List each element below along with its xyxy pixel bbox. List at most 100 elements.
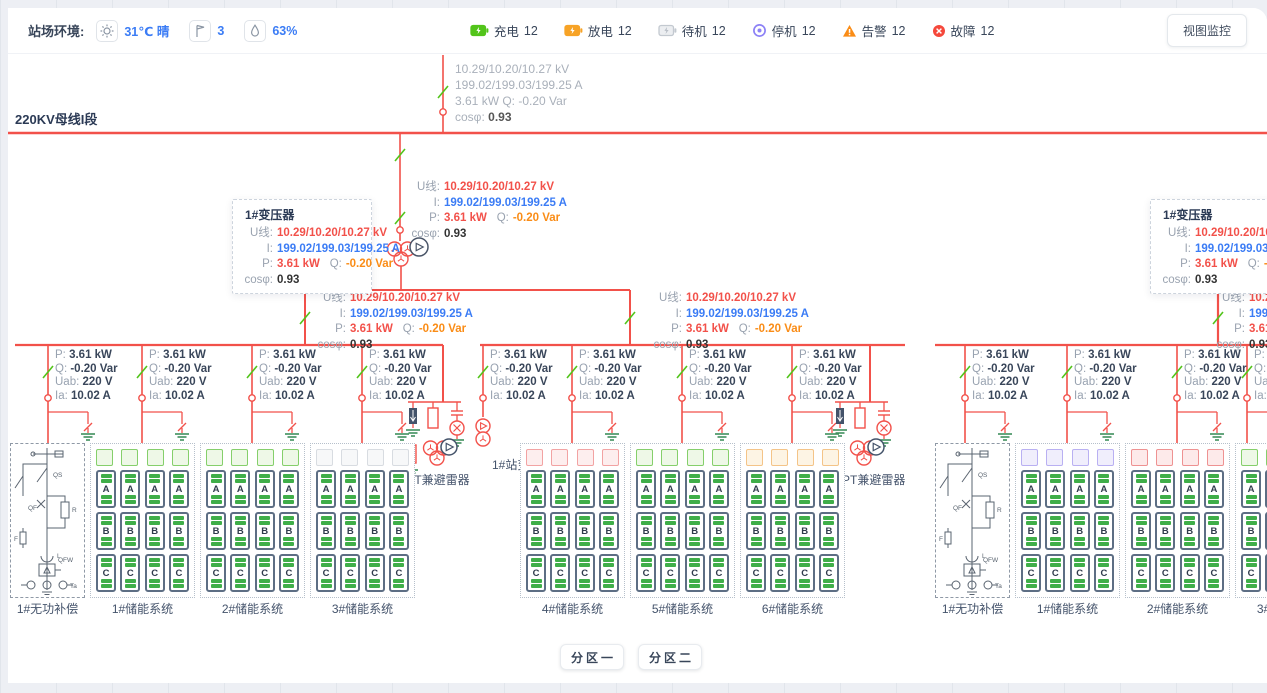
battery-cell: A	[389, 470, 409, 508]
humidity-icon[interactable]	[244, 20, 266, 42]
feeder-measurements: P: 3.61 kWQ: -0.20 VarUab: 220 VIa: 10.0…	[1254, 349, 1267, 403]
pcs-status-square	[602, 449, 619, 466]
battery-row-C: CCCC	[316, 554, 409, 592]
svg-text:QF: QF	[953, 505, 962, 512]
wind-value: 3	[217, 24, 224, 38]
sun-icon[interactable]	[96, 20, 118, 42]
pcs-status-square	[96, 449, 113, 466]
battery-cell: A	[550, 470, 570, 508]
pcs-status-square	[172, 449, 189, 466]
svg-text:QFW: QFW	[58, 557, 74, 564]
compensation-label: 1#无功补偿	[10, 600, 85, 617]
battery-cell: A	[575, 470, 595, 508]
reactive-compensation-box-right[interactable]: QSQFRFLQFWTa	[935, 443, 1010, 598]
legend-item-充电[interactable]: 充电12	[470, 21, 538, 40]
battery-cell: A	[819, 470, 839, 508]
battery-discharge-icon	[564, 24, 583, 37]
battery-cell: B	[316, 512, 336, 550]
battery-cell: C	[770, 554, 790, 592]
right-transformer-1-tooltip[interactable]: 1#变压器U线:10.29/10.20/10.27 kVI:199.02/199…	[1150, 199, 1267, 294]
feeder-measurements: P: 3.61 kWQ: -0.20 VarUab: 220 VIa: 10.0…	[1184, 349, 1247, 403]
transformer-1-tooltip[interactable]: 1#变压器U线:10.29/10.20/10.27 kVI:199.02/199…	[232, 199, 372, 294]
battery-cell: C	[1241, 554, 1261, 592]
pcs-status-square	[771, 449, 788, 466]
storage-system-label: 2#储能系统	[1125, 600, 1230, 617]
pcs-status-row	[316, 449, 409, 466]
battery-cell: C	[206, 554, 226, 592]
battery-cell: C	[1070, 554, 1090, 592]
battery-row-C: CCCC	[1131, 554, 1224, 592]
battery-cell: C	[120, 554, 140, 592]
storage-system[interactable]: AAAABBBBCCCC	[310, 443, 415, 598]
battery-cell: C	[526, 554, 546, 592]
battery-cell: A	[1070, 470, 1090, 508]
legend-item-停机[interactable]: 停机12	[752, 21, 816, 40]
storage-system[interactable]: AAAABBBBCCCC	[200, 443, 305, 598]
battery-cell: A	[709, 470, 729, 508]
battery-cell: B	[145, 512, 165, 550]
pcs-status-square	[392, 449, 409, 466]
svg-text:Ta: Ta	[995, 583, 1002, 590]
battery-row-C: CCCC	[206, 554, 299, 592]
battery-cell: B	[1131, 512, 1151, 550]
battery-cell: A	[230, 470, 250, 508]
battery-cell: A	[279, 470, 299, 508]
wind-icon[interactable]	[189, 20, 211, 42]
storage-system[interactable]: AAAABBBBCCCC	[1125, 443, 1230, 598]
battery-cell: B	[746, 512, 766, 550]
pcs-status-square	[687, 449, 704, 466]
battery-row-A: AAAA	[1131, 470, 1224, 508]
battery-row-C: CCCC	[636, 554, 729, 592]
view-monitor-button[interactable]: 视图监控	[1167, 14, 1247, 47]
battery-cell: A	[1131, 470, 1151, 508]
battery-cell: C	[1045, 554, 1065, 592]
battery-row-C: CCCC	[1241, 554, 1267, 592]
battery-cell: A	[746, 470, 766, 508]
storage-system[interactable]: AAAABBBBCCCC	[1015, 443, 1120, 598]
storage-system[interactable]: AAAABBBBCCCC	[630, 443, 735, 598]
battery-row-C: CCCC	[746, 554, 839, 592]
storage-system-label: 3#储能系统	[310, 600, 415, 617]
feeder-measurements: P: 3.61 kWQ: -0.20 VarUab: 220 VIa: 10.0…	[799, 349, 862, 403]
zone-two-button[interactable]: 分区二	[638, 644, 702, 670]
pcs-status-square	[231, 449, 248, 466]
svg-text:QS: QS	[53, 472, 63, 479]
status-legend: 充电12 放电12 待机12 停机12 告警12 故障12	[470, 21, 995, 40]
transformer-branch-measurements: U线:10.29/10.20/10.27 kVI:199.02/199.03/1…	[406, 180, 567, 242]
pcs-status-row	[1131, 449, 1224, 466]
battery-cell: B	[1045, 512, 1065, 550]
feeder-measurements: P: 3.61 kWQ: -0.20 VarUab: 220 VIa: 10.0…	[259, 349, 322, 403]
storage-system-label: 1#储能系统	[1015, 600, 1120, 617]
storage-system[interactable]: AAAABBBBCCCC	[520, 443, 625, 598]
storage-system[interactable]: AAAABBBBCCCC	[740, 443, 845, 598]
pcs-status-square	[206, 449, 223, 466]
reactive-compensation-box-left[interactable]: QSQFRFLQFWTa	[10, 443, 85, 598]
battery-cell: C	[575, 554, 595, 592]
pcs-status-square	[797, 449, 814, 466]
battery-row-A: AAAA	[526, 470, 619, 508]
battery-cell: A	[206, 470, 226, 508]
pcs-status-row	[526, 449, 619, 466]
legend-item-故障[interactable]: 故障12	[932, 21, 995, 40]
legend-item-待机[interactable]: 待机12	[658, 21, 726, 40]
battery-cell: C	[279, 554, 299, 592]
battery-cell: B	[169, 512, 189, 550]
pcs-status-square	[1072, 449, 1089, 466]
legend-item-放电[interactable]: 放电12	[564, 21, 632, 40]
feeder-measurements: P: 3.61 kWQ: -0.20 VarUab: 220 VIa: 10.0…	[1074, 349, 1137, 403]
zone-one-button[interactable]: 分区一	[560, 644, 624, 670]
battery-cell: B	[120, 512, 140, 550]
storage-system[interactable]: AAAABBBBCCCC	[1235, 443, 1267, 598]
env-humidity: 63%	[244, 20, 297, 42]
station-environment: 站场环境: 31℃ 晴 3	[28, 20, 317, 42]
battery-row-B: BBBB	[526, 512, 619, 550]
storage-system[interactable]: AAAABBBBCCCC	[90, 443, 195, 598]
feeder-measurements: P: 3.61 kWQ: -0.20 VarUab: 220 VIa: 10.0…	[579, 349, 642, 403]
battery-cell: A	[255, 470, 275, 508]
battery-row-B: BBBB	[316, 512, 409, 550]
compensation-circuit: QSQFRFLQFWTa	[936, 444, 1009, 597]
legend-item-告警[interactable]: 告警12	[842, 21, 906, 40]
pcs-status-square	[121, 449, 138, 466]
battery-cell: B	[230, 512, 250, 550]
battery-cell: C	[365, 554, 385, 592]
